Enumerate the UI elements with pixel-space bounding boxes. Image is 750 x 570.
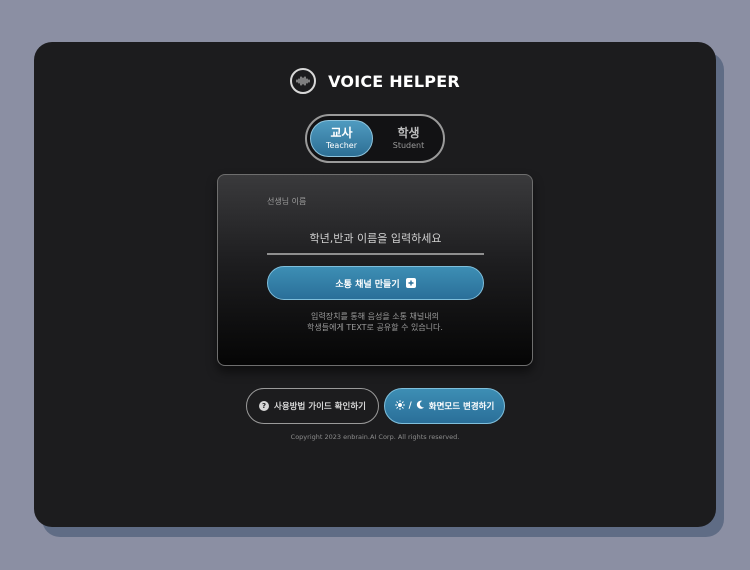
role-option-label: 학생 xyxy=(397,126,420,140)
role-option-teacher[interactable]: 교사 Teacher xyxy=(310,120,374,157)
theme-mode-button[interactable]: / 화면모드 변경하기 xyxy=(384,388,505,424)
form-hint: 입력장치를 통해 음성을 소통 채널내의 학생들에게 TEXT로 공유할 수 있… xyxy=(218,311,532,333)
create-channel-button[interactable]: 소통 채널 만들기 xyxy=(267,266,484,300)
role-option-sublabel: Teacher xyxy=(325,141,358,150)
teacher-name-input[interactable] xyxy=(267,223,484,255)
moon-icon xyxy=(416,400,425,412)
question-circle-icon: ? xyxy=(259,401,270,411)
channel-form-card: 선생님 이름 소통 채널 만들기 입력장치를 통해 음성을 소통 채널내의 학생… xyxy=(217,174,533,366)
hint-line: 입력장치를 통해 음성을 소통 채널내의 xyxy=(311,312,439,321)
create-channel-label: 소통 채널 만들기 xyxy=(335,279,400,290)
usage-guide-label: 사용방법 가이드 확인하기 xyxy=(274,402,366,412)
role-option-sublabel: Student xyxy=(392,141,425,150)
app-title: VOICE HELPER xyxy=(328,71,460,91)
app-window: VOICE HELPER 교사 Teacher 학생 Student 선생님 이… xyxy=(34,42,716,527)
hint-line: 학생들에게 TEXT로 공유할 수 있습니다. xyxy=(307,323,443,332)
theme-mode-label: 화면모드 변경하기 xyxy=(428,402,495,412)
plus-square-icon xyxy=(405,278,416,288)
sun-icon xyxy=(394,399,405,413)
brand-header: VOICE HELPER xyxy=(34,66,716,96)
role-option-label: 교사 xyxy=(330,126,353,140)
teacher-name-label: 선생님 이름 xyxy=(267,197,307,206)
role-option-student[interactable]: 학생 Student xyxy=(377,120,440,157)
theme-separator: / xyxy=(408,401,412,411)
role-toggle: 교사 Teacher 학생 Student xyxy=(305,114,445,163)
usage-guide-button[interactable]: ? 사용방법 가이드 확인하기 xyxy=(246,388,379,424)
soundwave-icon xyxy=(290,68,317,94)
copyright-text: Copyright 2023 enbrain.AI Corp. All righ… xyxy=(290,433,460,441)
